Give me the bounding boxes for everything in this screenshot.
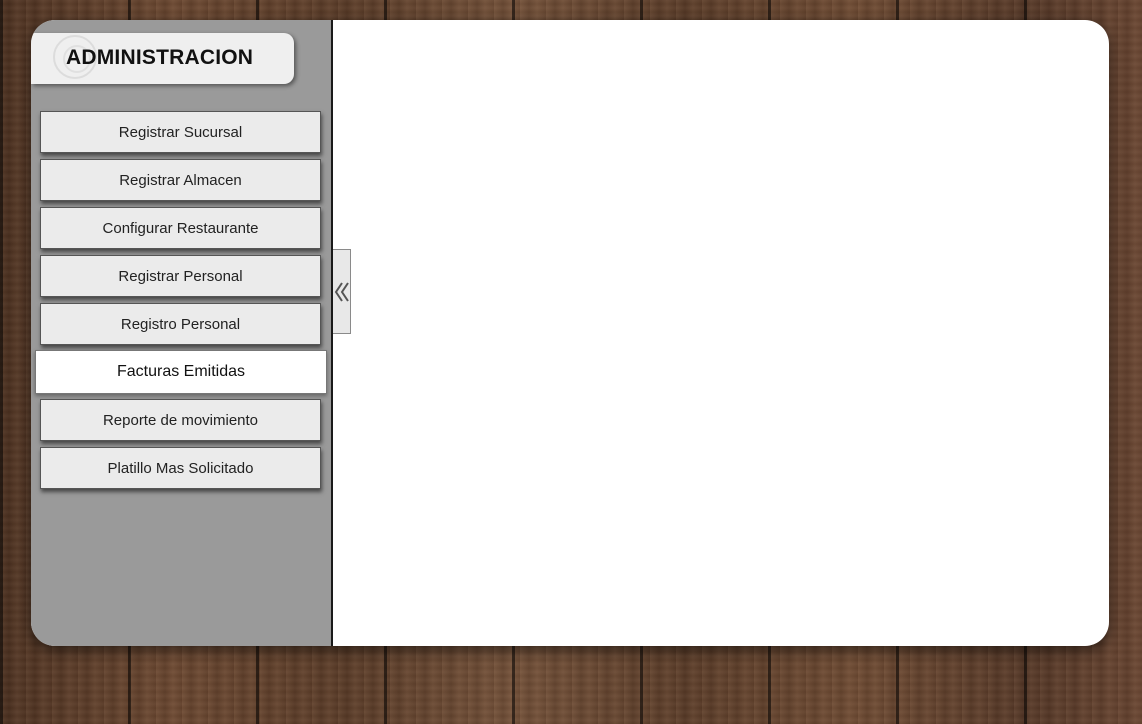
page-title: ADMINISTRACION (66, 46, 254, 69)
double-chevron-left-icon (334, 281, 349, 302)
menu-item-registro-personal[interactable]: Registro Personal (40, 303, 321, 345)
app-window: ADMINISTRACION Registrar Sucursal Regist… (31, 20, 1109, 646)
menu-item-facturas-emitidas[interactable]: Facturas Emitidas (35, 350, 327, 394)
menu-item-registrar-personal[interactable]: Registrar Personal (40, 255, 321, 297)
menu-item-registrar-sucursal[interactable]: Registrar Sucursal (40, 111, 321, 153)
menu-item-registrar-almacen[interactable]: Registrar Almacen (40, 159, 321, 201)
sidebar-header: ADMINISTRACION (31, 33, 294, 84)
menu-item-configurar-restaurante[interactable]: Configurar Restaurante (40, 207, 321, 249)
sidebar: ADMINISTRACION Registrar Sucursal Regist… (31, 20, 333, 646)
menu-item-platillo-mas-solicitado[interactable]: Platillo Mas Solicitado (40, 447, 321, 489)
sidebar-collapse-button[interactable] (333, 249, 351, 334)
menu-item-reporte-de-movimiento[interactable]: Reporte de movimiento (40, 399, 321, 441)
